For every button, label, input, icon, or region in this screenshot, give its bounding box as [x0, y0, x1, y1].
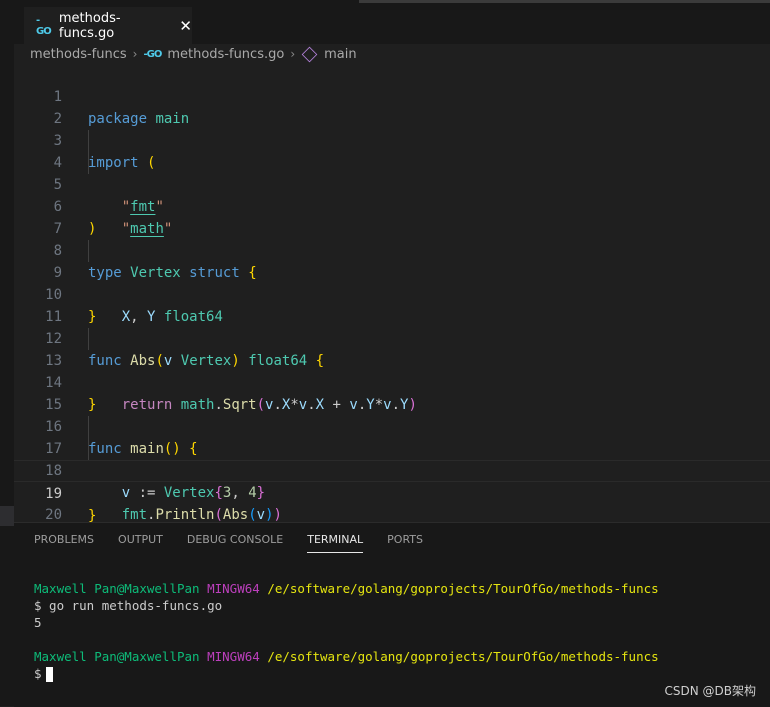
scroll-marker — [0, 506, 14, 526]
terminal-result: 5 — [34, 615, 42, 630]
breadcrumb-symbol[interactable]: main — [324, 47, 356, 62]
terminal-cursor — [45, 667, 53, 682]
terminal-prompt-line: Maxwell Pan@MaxwellPan MINGW64 /e/softwa… — [34, 580, 659, 597]
tab-output[interactable]: OUTPUT — [118, 533, 163, 553]
code-line: 7 — [14, 196, 770, 237]
code-line: 9 X, Y float64 — [14, 240, 770, 325]
breadcrumb-file[interactable]: methods-funcs.go — [167, 47, 284, 62]
panel-tabs: PROBLEMS OUTPUT DEBUG CONSOLE TERMINAL P… — [34, 533, 423, 553]
code-line: 1 package main — [14, 64, 770, 127]
terminal-user: Maxwell Pan@MaxwellPan — [34, 649, 200, 664]
terminal-input-line[interactable]: $ — [34, 665, 659, 682]
terminal-shell: MINGW64 — [207, 581, 260, 596]
chevron-right-icon: › — [290, 47, 296, 61]
code-line: 8 type Vertex struct { — [14, 218, 770, 281]
tab-ports[interactable]: PORTS — [387, 533, 423, 553]
code-line: 18 fmt.Println(Abs(v)) — [14, 438, 770, 523]
code-editor[interactable]: 1 package main 2 3 import ( 4 "fmt" 5 "m… — [14, 64, 770, 524]
tab-debug-console[interactable]: DEBUG CONSOLE — [187, 533, 283, 553]
code-line: 3 import ( — [14, 108, 770, 171]
code-line: 16 func main() { — [14, 394, 770, 457]
code-line-current: 19 } — [14, 460, 770, 524]
go-file-icon: -GO — [143, 48, 162, 60]
activity-bar-edge — [0, 0, 14, 706]
terminal-prompt: $ — [34, 666, 42, 681]
chevron-right-icon: › — [132, 47, 138, 61]
close-icon[interactable]: ✕ — [179, 17, 192, 35]
terminal-prompt-line: Maxwell Pan@MaxwellPan MINGW64 /e/softwa… — [34, 648, 659, 665]
code-line: 14 } — [14, 350, 770, 413]
code-line: 11 — [14, 284, 770, 325]
code-line: 15 — [14, 372, 770, 413]
terminal-shell: MINGW64 — [207, 649, 260, 664]
terminal-user: Maxwell Pan@MaxwellPan — [34, 581, 200, 596]
code-line: 5 "math" — [14, 152, 770, 237]
tab-problems[interactable]: PROBLEMS — [34, 533, 94, 553]
watermark: CSDN @DB架构 — [664, 684, 756, 698]
terminal-command: $ go run methods-funcs.go — [34, 598, 223, 613]
breadcrumb-folder[interactable]: methods-funcs — [30, 47, 127, 62]
code-line: 17 v := Vertex{3, 4} — [14, 416, 770, 501]
code-line: 12 func Abs(v Vertex) float64 { — [14, 306, 770, 369]
tab-methods-funcs[interactable]: -GO methods-funcs.go ✕ — [24, 7, 192, 44]
terminal-path: /e/software/golang/goprojects/TourOfGo/m… — [267, 581, 659, 596]
go-file-icon: -GO — [36, 14, 52, 37]
terminal-path: /e/software/golang/goprojects/TourOfGo/m… — [267, 649, 659, 664]
breadcrumb: methods-funcs › -GO methods-funcs.go › m… — [30, 44, 357, 64]
tab-bar: -GO methods-funcs.go ✕ — [14, 0, 770, 44]
code-line: 20 — [14, 482, 770, 523]
code-line: 2 — [14, 86, 770, 127]
code-line: 4 "fmt" — [14, 130, 770, 215]
tab-terminal[interactable]: TERMINAL — [307, 533, 364, 553]
code-line: 10 } — [14, 262, 770, 325]
window-top-border — [359, 0, 770, 3]
code-line: 6 ) — [14, 174, 770, 237]
code-line: 13 return math.Sqrt(v.X*v.X + v.Y*v.Y) — [14, 328, 770, 413]
tab-label: methods-funcs.go — [58, 10, 121, 41]
symbol-cube-icon — [301, 46, 318, 62]
terminal-output[interactable]: Maxwell Pan@MaxwellPan MINGW64 /e/softwa… — [34, 580, 659, 682]
bottom-panel: PROBLEMS OUTPUT DEBUG CONSOLE TERMINAL P… — [14, 522, 770, 707]
